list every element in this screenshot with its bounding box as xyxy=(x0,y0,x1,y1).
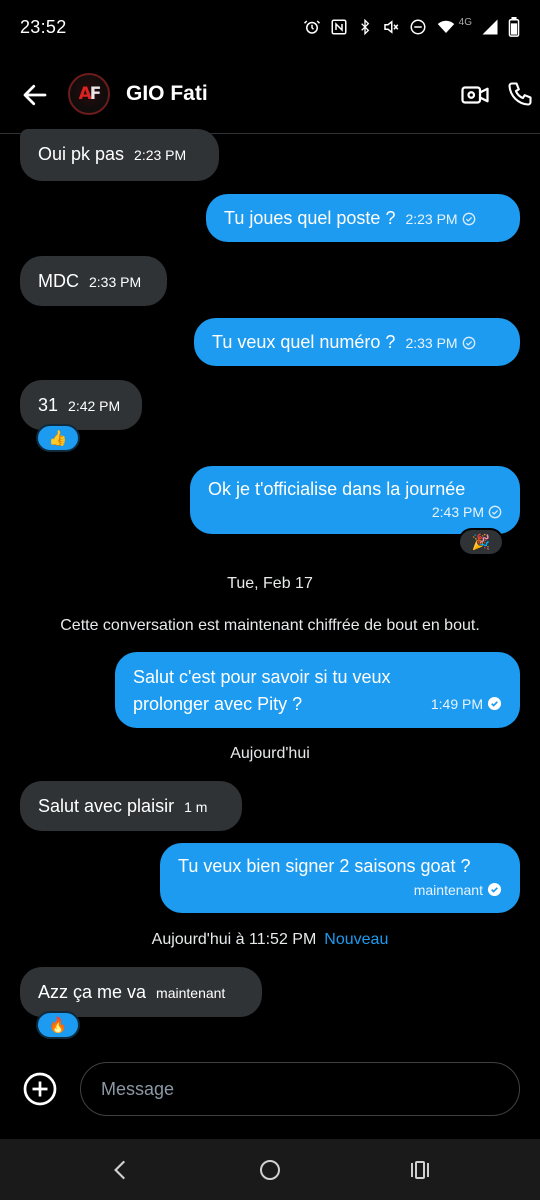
message-input[interactable] xyxy=(80,1062,520,1116)
nav-back-button[interactable] xyxy=(108,1157,134,1183)
message-text-line1: Salut c'est pour savoir si tu veux xyxy=(133,667,391,687)
arrow-left-icon xyxy=(23,84,47,106)
message-text: Tu joues quel poste ? xyxy=(224,208,396,228)
status-bar: 23:52 4G xyxy=(0,0,540,54)
add-attachment-button[interactable] xyxy=(22,1071,58,1107)
message-time: 2:23 PM xyxy=(405,211,458,227)
circle-home-icon xyxy=(260,1160,280,1180)
encryption-notice: Cette conversation est maintenant chiffr… xyxy=(60,617,480,634)
message-time: maintenant xyxy=(413,882,483,898)
bluetooth-icon xyxy=(357,18,373,36)
mute-icon xyxy=(382,18,400,36)
chevron-left-icon xyxy=(114,1160,126,1180)
sent-check-icon xyxy=(488,505,502,519)
status-time: 23:52 xyxy=(20,16,67,37)
new-divider-time: Aujourd'hui à 11:52 PM xyxy=(151,931,317,948)
message-text: Ok je t'officialise dans la journée xyxy=(208,479,466,499)
reaction-badge[interactable]: 🔥 xyxy=(36,1011,80,1039)
back-button[interactable] xyxy=(20,80,50,110)
reaction-badge[interactable]: 🎉 xyxy=(458,528,504,556)
recents-icon xyxy=(411,1161,429,1179)
fire-icon: 🔥 xyxy=(48,1017,68,1034)
status-icons: 4G xyxy=(303,17,520,37)
message-list[interactable]: Oui pk pas 2:23 PM Tu joues quel poste ? 2… xyxy=(0,129,540,1055)
message-time: 2:33 PM xyxy=(89,274,142,290)
message-text: Oui pk pas xyxy=(38,144,125,164)
plus-circle-icon xyxy=(23,1072,57,1106)
message-text: Tu veux bien signer 2 saisons goat ? xyxy=(178,856,471,876)
contact-name[interactable]: GIO Fati xyxy=(126,82,208,106)
phone-icon xyxy=(508,82,532,106)
sent-check-icon xyxy=(462,336,475,350)
network-label: 4G xyxy=(458,16,472,28)
message-time: 2:23 PM xyxy=(134,147,187,163)
signal-icon xyxy=(481,18,499,36)
alarm-icon xyxy=(303,18,321,36)
message-text: 31 xyxy=(38,395,59,415)
message-composer xyxy=(0,1055,540,1139)
message-text: Tu veux quel numéro ? xyxy=(212,332,396,352)
message-sent[interactable]: Tu veux bien signer 2 saisons goat ? mai… xyxy=(160,843,520,913)
message-sent[interactable]: Tu veux quel numéro ? 2:33 PM xyxy=(194,318,520,366)
message-text-line2: prolonger avec Pity ? xyxy=(133,693,303,714)
chat-header: AF GIO Fati xyxy=(0,54,540,134)
message-received[interactable]: MDC 2:33 PM xyxy=(20,256,167,306)
date-divider: Tue, Feb 17 xyxy=(227,575,313,592)
voice-call-button[interactable] xyxy=(506,80,536,110)
battery-icon xyxy=(508,17,520,37)
system-navigation-bar xyxy=(0,1139,540,1200)
read-check-icon xyxy=(487,882,502,897)
thumbs-up-icon: 👍 xyxy=(48,430,68,447)
nav-recents-button[interactable] xyxy=(408,1158,432,1182)
video-call-button[interactable] xyxy=(460,80,490,110)
message-received[interactable]: Azz ça me va maintenant xyxy=(20,967,262,1017)
message-time: 2:43 PM xyxy=(431,504,484,520)
message-received[interactable]: Salut avec plaisir 1 m xyxy=(20,781,242,831)
wifi-icon xyxy=(436,18,456,36)
new-messages-divider: Aujourd'hui à 11:52 PM Nouveau xyxy=(0,931,540,949)
new-label: Nouveau xyxy=(324,931,389,948)
message-received[interactable]: 31 2:42 PM xyxy=(20,380,142,430)
party-popper-icon: 🎉 xyxy=(471,534,491,551)
message-text: MDC xyxy=(38,271,79,291)
message-sent[interactable]: Tu joues quel poste ? 2:23 PM xyxy=(206,194,520,242)
message-received[interactable]: Oui pk pas 2:23 PM xyxy=(20,129,219,181)
message-text: Salut avec plaisir xyxy=(38,796,175,816)
message-text: Azz ça me va xyxy=(38,982,147,1002)
message-time: maintenant xyxy=(156,985,226,1001)
nfc-icon xyxy=(330,18,348,36)
message-time: 2:33 PM xyxy=(405,335,458,351)
message-time: 1:49 PM xyxy=(430,696,483,712)
message-sent[interactable]: Salut c'est pour savoir si tu veux prolo… xyxy=(115,652,520,728)
nav-home-button[interactable] xyxy=(258,1158,282,1182)
message-time: 2:42 PM xyxy=(68,398,121,414)
today-divider: Aujourd'hui xyxy=(230,745,310,762)
reaction-badge[interactable]: 👍 xyxy=(36,424,80,452)
dnd-icon xyxy=(409,18,427,36)
message-time: 1 m xyxy=(184,799,208,815)
read-check-icon xyxy=(487,696,502,711)
message-sent[interactable]: Ok je t'officialise dans la journée 2:43… xyxy=(190,466,520,534)
avatar[interactable]: AF xyxy=(68,73,110,115)
sent-check-icon xyxy=(462,212,475,226)
video-camera-icon xyxy=(461,86,489,104)
